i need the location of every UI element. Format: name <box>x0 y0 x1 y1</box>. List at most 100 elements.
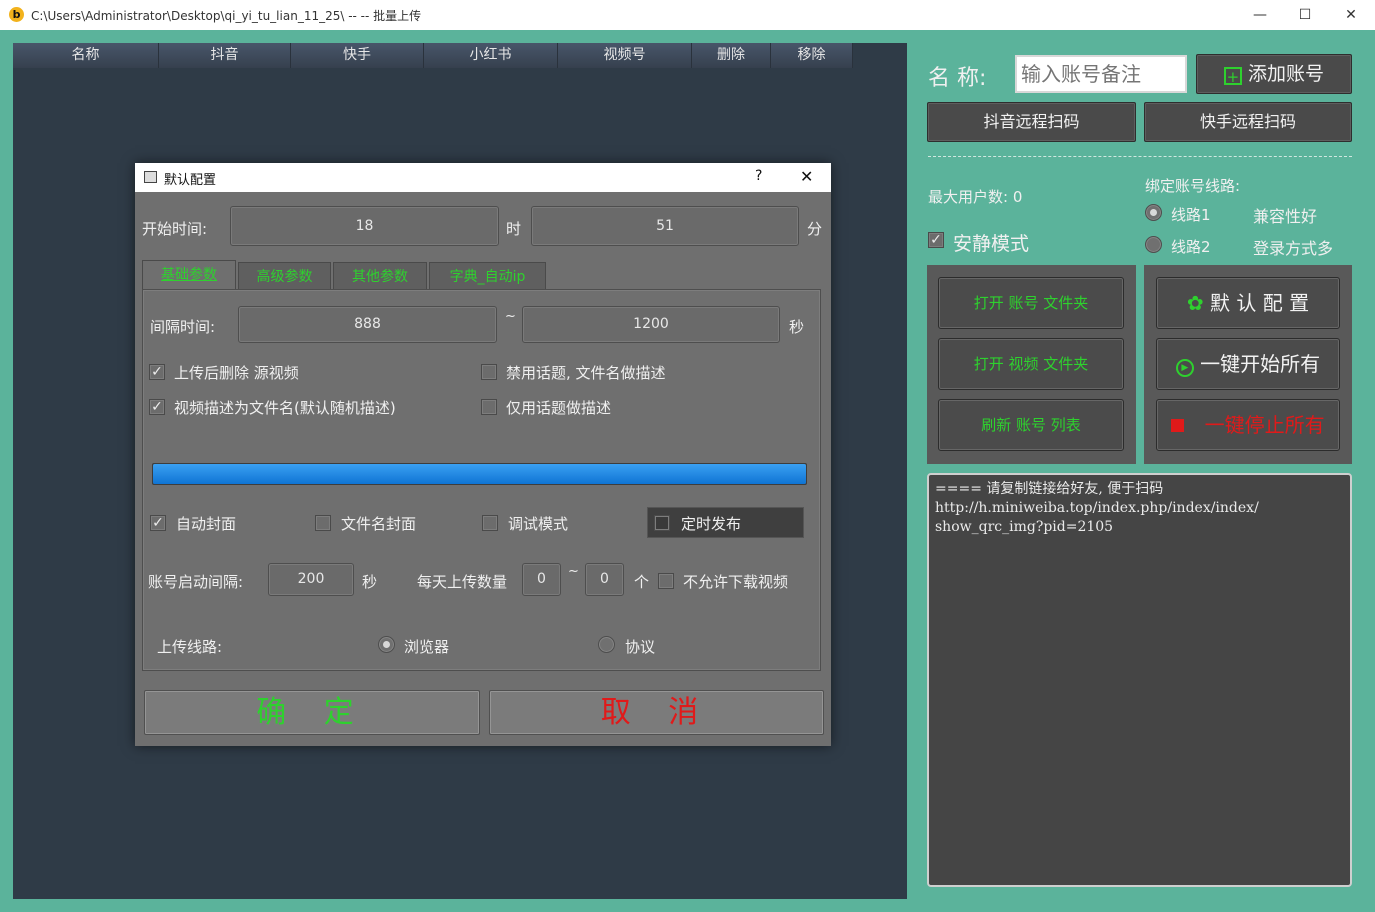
add-icon: + <box>1223 67 1242 85</box>
interval-max-input[interactable]: 1200 <box>522 306 780 343</box>
line2-desc: 登录方式多 <box>1253 239 1334 258</box>
default-config-label: 默 认 配 置 <box>1210 291 1310 315</box>
browser-radio-label: 浏览器 <box>404 638 450 656</box>
delete-after-upload-checkbox[interactable]: ✓ <box>149 364 165 380</box>
tab-advanced[interactable]: 高级参数 <box>238 262 331 290</box>
refresh-account-list-button[interactable]: 刷新 账号 列表 <box>938 399 1124 451</box>
no-download-checkbox[interactable] <box>658 573 674 589</box>
hour-input[interactable]: 18 <box>230 206 499 246</box>
tab-basic[interactable]: 基础参数 <box>142 260 236 290</box>
debug-mode-label: 调试模式 <box>508 515 569 533</box>
line2-label: 线路2 <box>1171 238 1211 256</box>
stop-all-label: 一键停止所有 <box>1204 413 1325 437</box>
daily-max-input[interactable]: 0 <box>585 563 624 596</box>
start-time-label: 开始时间: <box>142 220 208 238</box>
progress-fill <box>153 464 806 484</box>
filename-cover-label: 文件名封面 <box>341 515 417 533</box>
dialog-titlebar: 默认配置 ? ✕ <box>135 163 831 192</box>
account-interval-input[interactable]: 200 <box>268 563 354 596</box>
daily-separator: ~ <box>568 564 579 579</box>
col-delete[interactable]: 删除 <box>692 43 771 68</box>
quiet-mode-checkbox[interactable]: ✓ <box>928 232 944 248</box>
scheduled-publish-label: 定时发布 <box>681 515 742 533</box>
minimize-button[interactable]: — <box>1237 0 1283 30</box>
col-kuaishou[interactable]: 快手 <box>291 43 424 68</box>
daily-upload-label: 每天上传数量 <box>417 573 508 591</box>
start-all-button[interactable]: ▶ 一键开始所有 <box>1156 338 1340 390</box>
gear-icon: ✿ <box>1186 291 1204 315</box>
interval-min-input[interactable]: 888 <box>238 306 497 343</box>
interval-unit: 秒 <box>789 318 805 336</box>
kuaishou-scan-button[interactable]: 快手远程扫码 <box>1144 102 1352 142</box>
auto-cover-checkbox[interactable]: ✓ <box>150 515 166 531</box>
browser-radio[interactable] <box>378 636 395 653</box>
desc-filename-label: 视频描述为文件名(默认随机描述) <box>174 399 396 417</box>
start-all-label: 一键开始所有 <box>1200 352 1321 376</box>
upload-line-label: 上传线路: <box>157 638 223 656</box>
auto-cover-label: 自动封面 <box>176 515 237 533</box>
stop-all-button[interactable]: 一键停止所有 <box>1156 399 1340 451</box>
daily-unit: 个 <box>634 573 650 591</box>
delete-after-upload-label: 上传后删除 源视频 <box>174 364 299 382</box>
name-label: 名 称: <box>928 66 987 91</box>
bind-line-label: 绑定账号线路: <box>1145 177 1241 195</box>
line1-desc: 兼容性好 <box>1253 207 1318 226</box>
app-icon: b <box>9 7 24 22</box>
disable-topic-label: 禁用话题, 文件名做描述 <box>506 364 666 382</box>
line1-label: 线路1 <box>1171 206 1211 224</box>
tab-other[interactable]: 其他参数 <box>333 262 427 290</box>
dialog-app-icon <box>144 171 157 183</box>
col-name[interactable]: 名称 <box>13 43 159 68</box>
ok-button[interactable]: 确 定 <box>144 690 480 735</box>
window-title: C:\Users\Administrator\Desktop\qi_yi_tu_… <box>31 9 422 23</box>
progress-bar <box>152 463 807 485</box>
maximize-button[interactable]: ☐ <box>1282 0 1328 30</box>
protocol-radio-label: 协议 <box>625 638 656 656</box>
minute-input[interactable]: 51 <box>531 206 799 246</box>
debug-mode-checkbox[interactable] <box>482 515 498 531</box>
desc-filename-checkbox[interactable]: ✓ <box>149 399 165 415</box>
table-header: 名称 抖音 快手 小红书 视频号 删除 移除 <box>13 43 853 68</box>
default-config-button[interactable]: ✿ 默 认 配 置 <box>1156 277 1340 329</box>
cancel-button[interactable]: 取 消 <box>489 690 824 735</box>
add-account-label: 添加账号 <box>1248 63 1325 85</box>
help-button[interactable]: ? <box>755 168 762 184</box>
account-interval-label: 账号启动间隔: <box>148 573 244 591</box>
dialog-close-button[interactable]: ✕ <box>800 167 813 186</box>
scheduled-publish-box[interactable]: 定时发布 <box>647 507 804 538</box>
hour-unit: 时 <box>506 220 522 238</box>
stop-icon <box>1171 419 1185 432</box>
col-shipinhao[interactable]: 视频号 <box>558 43 692 68</box>
protocol-radio[interactable] <box>598 636 615 653</box>
col-douyin[interactable]: 抖音 <box>159 43 291 68</box>
open-account-folder-button[interactable]: 打开 账号 文件夹 <box>938 277 1124 329</box>
interval-separator: ~ <box>505 309 516 324</box>
divider <box>928 156 1352 157</box>
play-icon: ▶ <box>1175 359 1194 377</box>
line2-radio[interactable] <box>1145 236 1162 253</box>
col-remove[interactable]: 移除 <box>771 43 853 68</box>
daily-min-input[interactable]: 0 <box>522 563 561 596</box>
log-textarea[interactable]: ==== 请复制链接给好友, 便于扫码 http://h.miniweiba.t… <box>927 473 1352 887</box>
disable-topic-checkbox[interactable] <box>481 364 497 380</box>
open-video-folder-button[interactable]: 打开 视频 文件夹 <box>938 338 1124 390</box>
no-download-label: 不允许下载视频 <box>683 573 789 591</box>
topic-only-label: 仅用话题做描述 <box>506 399 612 417</box>
max-users-label: 最大用户数: 0 <box>928 188 1023 206</box>
minute-unit: 分 <box>807 220 823 238</box>
filename-cover-checkbox[interactable] <box>315 515 331 531</box>
interval-label: 间隔时间: <box>150 318 216 336</box>
topic-only-checkbox[interactable] <box>481 399 497 415</box>
dialog-title: 默认配置 <box>164 173 217 188</box>
line1-radio[interactable] <box>1145 204 1162 221</box>
douyin-scan-button[interactable]: 抖音远程扫码 <box>927 102 1136 142</box>
col-xiaohongshu[interactable]: 小红书 <box>424 43 558 68</box>
default-config-dialog: 默认配置 ? ✕ 开始时间: 18 时 51 分 基础参数 高级参数 其他参数 … <box>135 163 831 746</box>
account-name-input[interactable] <box>1015 55 1187 93</box>
tab-dict-auto-ip[interactable]: 字典_自动ip <box>429 262 546 290</box>
window-titlebar: b C:\Users\Administrator\Desktop\qi_yi_t… <box>0 0 1375 30</box>
add-account-button[interactable]: + 添加账号 <box>1196 54 1352 94</box>
scheduled-publish-checkbox[interactable] <box>654 515 670 531</box>
quiet-mode-label: 安静模式 <box>953 233 1030 255</box>
close-window-button[interactable]: ✕ <box>1328 0 1374 30</box>
